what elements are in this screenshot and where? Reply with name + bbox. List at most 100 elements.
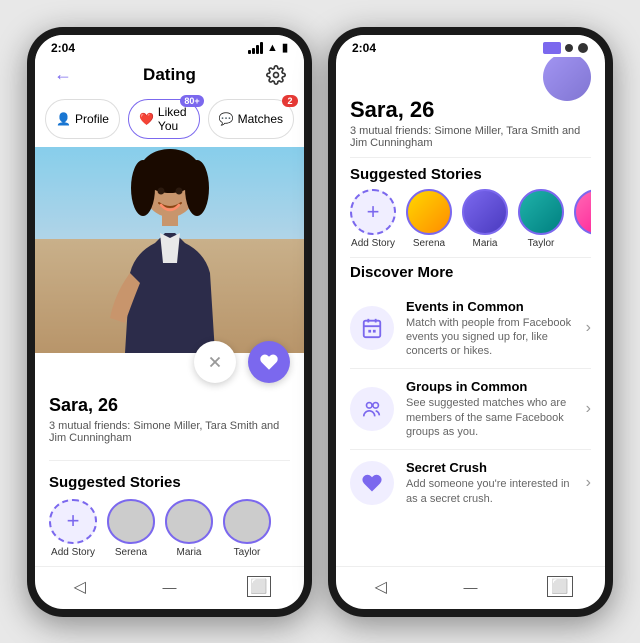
settings-button[interactable] xyxy=(262,61,290,89)
profile-icon: 👤 xyxy=(56,112,71,126)
p2-jo[interactable]: Jo xyxy=(574,189,591,249)
phone-1: 2:04 ▲ ▮ ← Dating xyxy=(27,27,312,617)
taylor-label: Taylor xyxy=(234,547,261,558)
maria-circle xyxy=(165,499,213,543)
events-title: Events in Common xyxy=(406,299,574,314)
p2-taylor-label: Taylor xyxy=(528,238,555,249)
add-story-label: Add Story xyxy=(51,547,95,558)
home-nav[interactable]: — xyxy=(155,573,183,601)
battery-icon: ▮ xyxy=(282,41,288,54)
back-button[interactable]: ← xyxy=(49,61,77,89)
p2-taylor-circle xyxy=(518,189,564,235)
status-bar-1: 2:04 ▲ ▮ xyxy=(35,35,304,57)
groups-arrow: › xyxy=(586,400,591,418)
story-taylor[interactable]: Taylor xyxy=(223,499,271,557)
maria-label: Maria xyxy=(176,547,201,558)
home-nav-2[interactable]: — xyxy=(456,573,484,601)
status-icons-1: ▲ ▮ xyxy=(248,41,288,54)
time-1: 2:04 xyxy=(51,41,75,55)
taylor-circle xyxy=(223,499,271,543)
person-silhouette xyxy=(105,147,235,353)
p2-stories-row: + Add Story Serena Maria Taylor xyxy=(350,189,591,257)
phone2-content: Sara, 26 3 mutual friends: Simone Miller… xyxy=(336,57,605,566)
groups-text: Groups in Common See suggested matches w… xyxy=(406,379,574,439)
nav-bar-2: ◁ — ⬜ xyxy=(336,566,605,609)
p2-maria-label: Maria xyxy=(472,238,497,249)
p2-maria[interactable]: Maria xyxy=(462,189,508,249)
time-2: 2:04 xyxy=(352,41,376,55)
profile-info: Sara, 26 3 mutual friends: Simone Miller… xyxy=(35,391,304,452)
screen-icon xyxy=(543,42,561,54)
back-nav-2[interactable]: ◁ xyxy=(367,573,395,601)
circle-icon xyxy=(565,44,573,52)
profile-name: Sara, 26 xyxy=(49,395,290,416)
tab-matches-label: Matches xyxy=(238,112,283,126)
story-serena[interactable]: Serena xyxy=(107,499,155,557)
avatar-hint xyxy=(350,57,591,85)
discover-groups[interactable]: Groups in Common See suggested matches w… xyxy=(350,369,591,450)
nav-bar-1: ◁ — ⬜ xyxy=(35,566,304,609)
like-button[interactable] xyxy=(248,341,290,383)
recent-nav[interactable]: ⬜ xyxy=(245,573,273,601)
tab-liked-you[interactable]: ❤️ Liked You 80+ xyxy=(128,99,200,139)
events-desc: Match with people from Facebook events y… xyxy=(406,316,574,359)
crush-icon xyxy=(350,461,394,505)
stories-row: + Add Story Serena Maria Taylor xyxy=(35,495,304,565)
action-buttons xyxy=(35,333,304,391)
events-text: Events in Common Match with people from … xyxy=(406,299,574,359)
add-story-circle: + xyxy=(49,499,97,543)
app-title: Dating xyxy=(143,65,196,85)
p2-jo-circle xyxy=(574,189,591,235)
serena-label: Serena xyxy=(115,547,147,558)
p2-maria-circle xyxy=(462,189,508,235)
phone-2-screen: 2:04 Sara, 26 3 mutual friends: Simone M… xyxy=(336,35,605,609)
add-story-item[interactable]: + Add Story xyxy=(49,499,97,557)
settings-status-icon xyxy=(577,42,589,54)
signal-icon xyxy=(248,42,263,54)
app-header: ← Dating xyxy=(35,57,304,95)
profile-image xyxy=(35,147,304,353)
phone-2: 2:04 Sara, 26 3 mutual friends: Simone M… xyxy=(328,27,613,617)
groups-desc: See suggested matches who are members of… xyxy=(406,396,574,439)
status-icons-2 xyxy=(543,42,589,54)
crush-arrow: › xyxy=(586,474,591,492)
phones-container: 2:04 ▲ ▮ ← Dating xyxy=(17,17,623,627)
tab-matches[interactable]: 💬 Matches 2 xyxy=(208,99,294,139)
p2-serena-label: Serena xyxy=(413,238,445,249)
profile-card: Sara, 26 3 mutual friends: Simone Miller… xyxy=(35,147,304,566)
p2-serena-circle xyxy=(406,189,452,235)
groups-icon xyxy=(350,387,394,431)
discover-crush[interactable]: Secret Crush Add someone you're interest… xyxy=(350,450,591,516)
wifi-icon: ▲ xyxy=(267,42,278,54)
discover-title: Discover More xyxy=(350,258,591,289)
liked-icon: ❤️ xyxy=(139,112,154,126)
p2-add-story[interactable]: + Add Story xyxy=(350,189,396,249)
crush-desc: Add someone you're interested in as a se… xyxy=(406,477,574,506)
crush-title: Secret Crush xyxy=(406,460,574,475)
story-maria[interactable]: Maria xyxy=(165,499,213,557)
tab-liked-label: Liked You xyxy=(158,105,189,133)
p2-taylor[interactable]: Taylor xyxy=(518,189,564,249)
back-nav[interactable]: ◁ xyxy=(66,573,94,601)
profile-avatar-partial xyxy=(543,57,591,101)
p2-add-label: Add Story xyxy=(351,238,395,249)
events-arrow: › xyxy=(586,319,591,337)
tab-profile-label: Profile xyxy=(75,112,109,126)
discover-events[interactable]: Events in Common Match with people from … xyxy=(350,289,591,370)
profile-mutual: 3 mutual friends: Simone Miller, Tara Sm… xyxy=(49,420,290,444)
recent-nav-2[interactable]: ⬜ xyxy=(546,573,574,601)
tabs-container: 👤 Profile ❤️ Liked You 80+ 💬 Matches 2 xyxy=(35,95,304,147)
groups-title: Groups in Common xyxy=(406,379,574,394)
crush-text: Secret Crush Add someone you're interest… xyxy=(406,460,574,506)
stories-title: Suggested Stories xyxy=(35,468,304,495)
pass-button[interactable] xyxy=(194,341,236,383)
serena-circle xyxy=(107,499,155,543)
liked-badge: 80+ xyxy=(180,95,203,107)
tab-profile[interactable]: 👤 Profile xyxy=(45,99,120,139)
p2-stories-title: Suggested Stories xyxy=(350,162,591,189)
divider-2 xyxy=(350,157,591,158)
p2-add-circle: + xyxy=(350,189,396,235)
matches-badge: 2 xyxy=(282,95,298,107)
p2-serena[interactable]: Serena xyxy=(406,189,452,249)
divider-1 xyxy=(49,460,290,461)
